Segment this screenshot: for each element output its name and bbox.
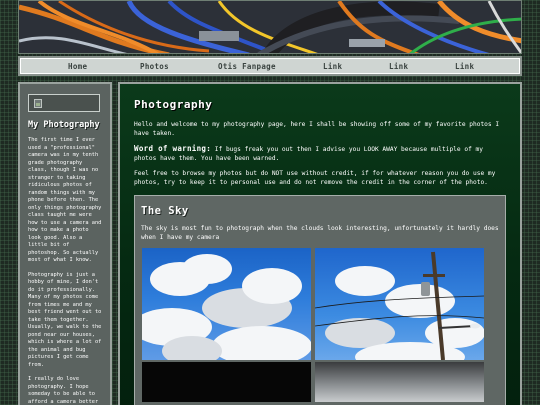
sidebar-paragraph-3: I really do love photography. I hope som… — [28, 376, 99, 405]
header-banner — [18, 0, 522, 54]
section-description: The sky is most fun to photograph when t… — [141, 225, 499, 241]
sidebar-paragraph-2: Photography is just a hobby of mine, I d… — [28, 271, 102, 368]
page-title: Photography — [134, 98, 213, 111]
nav-link-home[interactable]: Home — [68, 62, 87, 71]
intro-text: Hello and welcome to my photography page… — [134, 121, 500, 137]
warning-text: Word of warning: If bugs freak you out t… — [134, 144, 506, 163]
section-title: The Sky — [141, 205, 189, 217]
photo-grid — [142, 248, 499, 402]
sky-clouds-photo[interactable] — [142, 248, 311, 360]
sidebar: My Photography The first time I ever use… — [18, 82, 112, 405]
nav-link-link-3[interactable]: Link — [455, 62, 474, 71]
power-pole-photo[interactable] — [315, 248, 484, 360]
sidebar-heading: My Photography — [28, 120, 100, 130]
nav-link-otis-fanpage[interactable]: Otis Fanpage — [218, 62, 276, 71]
nav-link-link-2[interactable]: Link — [389, 62, 408, 71]
nav-link-link-1[interactable]: Link — [323, 62, 342, 71]
cables-banner-image — [19, 1, 521, 53]
sidebar-profile-image — [28, 94, 100, 112]
nav-bar: Home Photos Otis Fanpage Link Link Link — [18, 56, 522, 76]
warning-label: Word of warning: — [134, 144, 212, 153]
dark-sky-photo[interactable] — [142, 362, 311, 402]
nav-link-photos[interactable]: Photos — [140, 62, 169, 71]
main-content: Photography Hello and welcome to my phot… — [118, 82, 522, 405]
sky-section: The Sky The sky is most fun to photograp… — [134, 195, 506, 405]
credit-notice: Feel free to browse my photos but do NOT… — [134, 170, 496, 186]
sidebar-paragraph-1: The first time I ever used a "profession… — [28, 137, 102, 263]
overcast-sky-photo[interactable] — [315, 362, 484, 402]
broken-image-icon — [34, 99, 42, 108]
